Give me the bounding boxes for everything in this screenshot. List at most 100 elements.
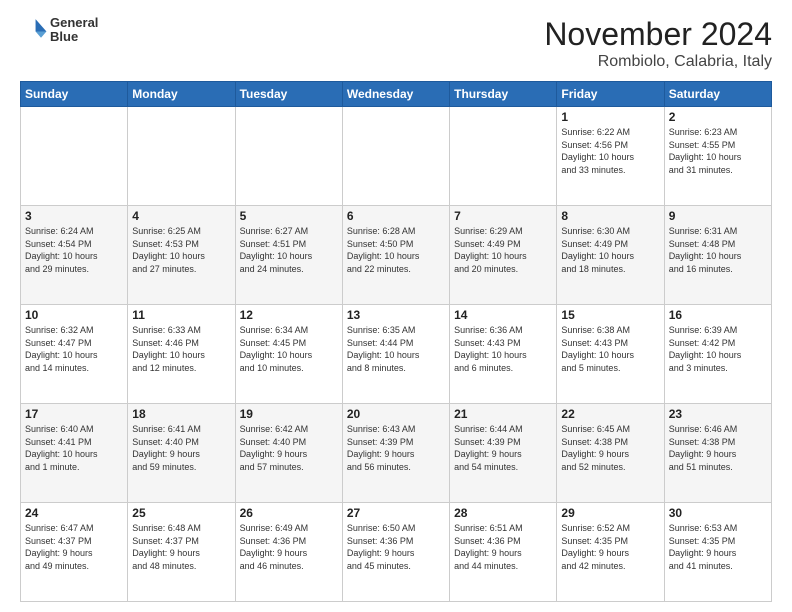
- calendar-cell: 8Sunrise: 6:30 AM Sunset: 4:49 PM Daylig…: [557, 206, 664, 305]
- calendar-cell: 20Sunrise: 6:43 AM Sunset: 4:39 PM Dayli…: [342, 404, 449, 503]
- calendar-cell: 13 Sunrise: 6:35 AM Sunset: 4:44 PM Dayli…: [342, 305, 449, 404]
- day-info: Sunrise: 6:49 AM Sunset: 4:36 PM Dayligh…: [240, 522, 338, 572]
- calendar-cell: [235, 107, 342, 206]
- day-number: 13: [347, 308, 445, 322]
- calendar-cell: 26 Sunrise: 6:49 AM Sunset: 4:36 PM Dayli…: [235, 503, 342, 602]
- day-number: 16: [669, 308, 767, 322]
- weekday-header: SundayMondayTuesdayWednesdayThursdayFrid…: [21, 82, 772, 107]
- calendar-cell: 30 Sunrise: 6:53 AM Sunset: 4:35 PM Dayli…: [664, 503, 771, 602]
- calendar-cell: 25 Sunrise: 6:48 AM Sunset: 4:37 PM Dayli…: [128, 503, 235, 602]
- day-info: Sunrise: 6:41 AM Sunset: 4:40 PM Dayligh…: [132, 423, 230, 473]
- day-number: 21: [454, 407, 552, 421]
- calendar-cell: 16 Sunrise: 6:39 AM Sunset: 4:42 PM Dayli…: [664, 305, 771, 404]
- calendar-cell: 5 Sunrise: 6:27 AM Sunset: 4:51 PM Daylig…: [235, 206, 342, 305]
- day-number: 17: [25, 407, 123, 421]
- day-number: 15: [561, 308, 659, 322]
- day-number: 4: [132, 209, 230, 223]
- logo-line2: Blue: [50, 30, 98, 44]
- day-info: Sunrise: 6:42 AM Sunset: 4:40 PM Dayligh…: [240, 423, 338, 473]
- day-info: Sunrise: 6:39 AM Sunset: 4:42 PM Dayligh…: [669, 324, 767, 374]
- calendar-cell: 21 Sunrise: 6:44 AM Sunset: 4:39 PM Dayli…: [450, 404, 557, 503]
- calendar-cell: 6Sunrise: 6:28 AM Sunset: 4:50 PM Daylig…: [342, 206, 449, 305]
- day-number: 30: [669, 506, 767, 520]
- weekday-header-cell: Tuesday: [235, 82, 342, 107]
- calendar-week: 1 Sunrise: 6:22 AM Sunset: 4:56 PM Daylig…: [21, 107, 772, 206]
- calendar-cell: 27Sunrise: 6:50 AM Sunset: 4:36 PM Dayli…: [342, 503, 449, 602]
- day-info: Sunrise: 6:48 AM Sunset: 4:37 PM Dayligh…: [132, 522, 230, 572]
- day-number: 10: [25, 308, 123, 322]
- calendar-week: 17 Sunrise: 6:40 AM Sunset: 4:41 PM Dayli…: [21, 404, 772, 503]
- weekday-header-cell: Saturday: [664, 82, 771, 107]
- calendar-cell: [21, 107, 128, 206]
- weekday-header-cell: Friday: [557, 82, 664, 107]
- day-number: 18: [132, 407, 230, 421]
- calendar-cell: 2 Sunrise: 6:23 AM Sunset: 4:55 PM Daylig…: [664, 107, 771, 206]
- day-number: 11: [132, 308, 230, 322]
- calendar-cell: 1 Sunrise: 6:22 AM Sunset: 4:56 PM Daylig…: [557, 107, 664, 206]
- logo: General Blue: [20, 16, 98, 45]
- calendar-cell: 11Sunrise: 6:33 AM Sunset: 4:46 PM Dayli…: [128, 305, 235, 404]
- day-info: Sunrise: 6:44 AM Sunset: 4:39 PM Dayligh…: [454, 423, 552, 473]
- day-number: 5: [240, 209, 338, 223]
- day-number: 27: [347, 506, 445, 520]
- day-info: Sunrise: 6:34 AM Sunset: 4:45 PM Dayligh…: [240, 324, 338, 374]
- calendar-cell: 10 Sunrise: 6:32 AM Sunset: 4:47 PM Dayli…: [21, 305, 128, 404]
- day-info: Sunrise: 6:29 AM Sunset: 4:49 PM Dayligh…: [454, 225, 552, 275]
- logo-line1: General: [50, 16, 98, 30]
- calendar-cell: 19 Sunrise: 6:42 AM Sunset: 4:40 PM Dayli…: [235, 404, 342, 503]
- day-number: 12: [240, 308, 338, 322]
- header: General Blue November 2024 Rombiolo, Cal…: [20, 16, 772, 71]
- day-info: Sunrise: 6:23 AM Sunset: 4:55 PM Dayligh…: [669, 126, 767, 176]
- calendar-cell: 22 Sunrise: 6:45 AM Sunset: 4:38 PM Dayli…: [557, 404, 664, 503]
- calendar-cell: [450, 107, 557, 206]
- day-info: Sunrise: 6:53 AM Sunset: 4:35 PM Dayligh…: [669, 522, 767, 572]
- weekday-header-cell: Monday: [128, 82, 235, 107]
- day-number: 2: [669, 110, 767, 124]
- title-block: November 2024 Rombiolo, Calabria, Italy: [544, 16, 772, 71]
- day-number: 28: [454, 506, 552, 520]
- day-number: 25: [132, 506, 230, 520]
- day-info: Sunrise: 6:27 AM Sunset: 4:51 PM Dayligh…: [240, 225, 338, 275]
- day-number: 3: [25, 209, 123, 223]
- day-number: 20: [347, 407, 445, 421]
- weekday-header-cell: Thursday: [450, 82, 557, 107]
- day-info: Sunrise: 6:32 AM Sunset: 4:47 PM Dayligh…: [25, 324, 123, 374]
- day-number: 7: [454, 209, 552, 223]
- calendar-cell: 7 Sunrise: 6:29 AM Sunset: 4:49 PM Daylig…: [450, 206, 557, 305]
- location: Rombiolo, Calabria, Italy: [544, 53, 772, 71]
- calendar-cell: [342, 107, 449, 206]
- day-info: Sunrise: 6:22 AM Sunset: 4:56 PM Dayligh…: [561, 126, 659, 176]
- day-info: Sunrise: 6:25 AM Sunset: 4:53 PM Dayligh…: [132, 225, 230, 275]
- day-info: Sunrise: 6:45 AM Sunset: 4:38 PM Dayligh…: [561, 423, 659, 473]
- calendar-cell: 9Sunrise: 6:31 AM Sunset: 4:48 PM Daylig…: [664, 206, 771, 305]
- calendar-body: 1 Sunrise: 6:22 AM Sunset: 4:56 PM Daylig…: [21, 107, 772, 602]
- calendar-cell: 12 Sunrise: 6:34 AM Sunset: 4:45 PM Dayli…: [235, 305, 342, 404]
- day-number: 1: [561, 110, 659, 124]
- calendar-cell: 18 Sunrise: 6:41 AM Sunset: 4:40 PM Dayli…: [128, 404, 235, 503]
- day-info: Sunrise: 6:47 AM Sunset: 4:37 PM Dayligh…: [25, 522, 123, 572]
- calendar: SundayMondayTuesdayWednesdayThursdayFrid…: [20, 81, 772, 602]
- calendar-cell: [128, 107, 235, 206]
- day-info: Sunrise: 6:40 AM Sunset: 4:41 PM Dayligh…: [25, 423, 123, 473]
- calendar-week: 24Sunrise: 6:47 AM Sunset: 4:37 PM Dayli…: [21, 503, 772, 602]
- day-number: 29: [561, 506, 659, 520]
- day-info: Sunrise: 6:38 AM Sunset: 4:43 PM Dayligh…: [561, 324, 659, 374]
- calendar-week: 3 Sunrise: 6:24 AM Sunset: 4:54 PM Daylig…: [21, 206, 772, 305]
- calendar-week: 10 Sunrise: 6:32 AM Sunset: 4:47 PM Dayli…: [21, 305, 772, 404]
- logo-text: General Blue: [50, 16, 98, 45]
- day-number: 26: [240, 506, 338, 520]
- day-number: 19: [240, 407, 338, 421]
- day-info: Sunrise: 6:35 AM Sunset: 4:44 PM Dayligh…: [347, 324, 445, 374]
- calendar-cell: 23Sunrise: 6:46 AM Sunset: 4:38 PM Dayli…: [664, 404, 771, 503]
- day-number: 9: [669, 209, 767, 223]
- calendar-cell: 3 Sunrise: 6:24 AM Sunset: 4:54 PM Daylig…: [21, 206, 128, 305]
- calendar-cell: 29 Sunrise: 6:52 AM Sunset: 4:35 PM Dayli…: [557, 503, 664, 602]
- calendar-cell: 28Sunrise: 6:51 AM Sunset: 4:36 PM Dayli…: [450, 503, 557, 602]
- day-info: Sunrise: 6:28 AM Sunset: 4:50 PM Dayligh…: [347, 225, 445, 275]
- day-info: Sunrise: 6:24 AM Sunset: 4:54 PM Dayligh…: [25, 225, 123, 275]
- day-info: Sunrise: 6:52 AM Sunset: 4:35 PM Dayligh…: [561, 522, 659, 572]
- calendar-cell: 14Sunrise: 6:36 AM Sunset: 4:43 PM Dayli…: [450, 305, 557, 404]
- calendar-cell: 24Sunrise: 6:47 AM Sunset: 4:37 PM Dayli…: [21, 503, 128, 602]
- day-number: 22: [561, 407, 659, 421]
- day-number: 8: [561, 209, 659, 223]
